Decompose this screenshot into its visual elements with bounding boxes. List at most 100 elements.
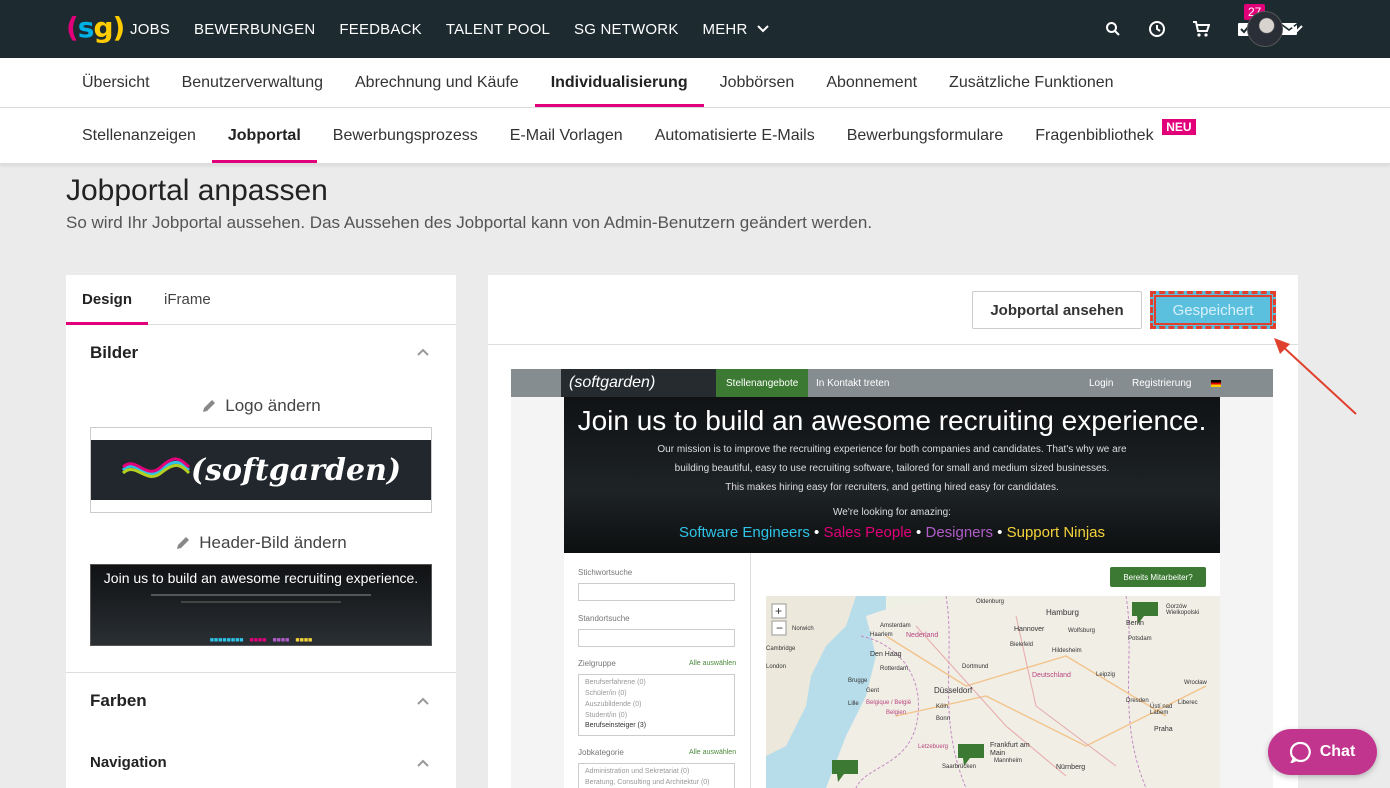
tab-uebersicht[interactable]: Übersicht	[66, 58, 166, 107]
nav-item-jobs[interactable]: JOBS	[130, 21, 170, 38]
category-label: Jobkategorie	[578, 748, 624, 757]
map-label: Düsseldorf	[934, 686, 973, 695]
tag-support: Support Ninjas	[1006, 524, 1105, 541]
saved-button[interactable]: Gespeichert	[1150, 291, 1276, 329]
jobportal-preview: (softgarden) Stellenangebote In Kontakt …	[511, 369, 1273, 788]
location-input	[578, 629, 735, 647]
target-select-all: Alle auswählen	[689, 660, 737, 667]
tab-jobportal[interactable]: Jobportal	[211, 108, 317, 163]
logo-text: (softgarden)	[190, 452, 402, 488]
chevron-up-icon[interactable]	[416, 696, 430, 706]
nav-item-bewerbungen[interactable]: BEWERBUNGEN	[194, 21, 315, 38]
chevron-down-icon[interactable]	[1290, 20, 1304, 38]
tab-benutzerverwaltung[interactable]: Benutzerverwaltung	[166, 58, 339, 107]
map-label: Praha	[1154, 726, 1173, 733]
keyword-label: Stichwortsuche	[578, 568, 633, 577]
nav-item-mehr[interactable]: MEHR	[703, 21, 770, 38]
category-item: Beratung, Consulting und Architektur (0)	[585, 778, 710, 786]
preview-hero-title: Join us to build an awesome recruiting e…	[577, 405, 1207, 436]
new-badge: NEU	[1162, 119, 1196, 135]
map-label: Nederland	[906, 632, 939, 639]
target-label: Zielgruppe	[578, 659, 616, 668]
sg-logo[interactable]: (sg)	[66, 11, 125, 44]
section-bilder-title[interactable]: Bilder	[90, 343, 138, 363]
keyword-input	[578, 583, 735, 601]
hero-line-1: Our mission is to improve the recruiting…	[657, 444, 1127, 455]
map-label: Oldenburg	[976, 599, 1005, 605]
zoom-out-icon: −	[776, 621, 783, 635]
target-item: Student/in (0)	[585, 711, 628, 719]
tab-bewerbungsprozess[interactable]: Bewerbungsprozess	[317, 108, 494, 163]
annotation-arrow	[1274, 338, 1357, 415]
tab-fragenbibliothek[interactable]: Fragenbibliothek NEU	[1019, 108, 1196, 163]
divider	[66, 672, 456, 673]
logo-change-link[interactable]: Logo ändern	[66, 396, 456, 416]
hero-line-2: building beautiful, easy to use recruiti…	[674, 463, 1110, 474]
header-change-label: Header-Bild ändern	[199, 533, 347, 552]
header-thumb-lines	[151, 594, 371, 596]
cart-icon[interactable]	[1190, 18, 1212, 40]
map-graphic: + −	[766, 596, 1220, 788]
map-label: Berlin	[1126, 620, 1144, 627]
tab-jobboersen[interactable]: Jobbörsen	[704, 58, 811, 107]
tab-individualisierung[interactable]: Individualisierung	[534, 58, 704, 107]
secondary-tabs-bar: Stellenanzeigen Jobportal Bewerbungsproz…	[0, 108, 1390, 164]
zoom-in-icon: +	[775, 604, 782, 618]
map-label: Rotterdam	[880, 666, 909, 672]
preview-nav-login: Login	[1089, 377, 1114, 389]
header-thumb-text: Join us to build an awesome recruiting e…	[103, 570, 419, 586]
chevron-up-icon[interactable]	[416, 347, 430, 357]
header-image-preview[interactable]: Join us to build an awesome recruiting e…	[90, 564, 432, 646]
tab-abrechnung[interactable]: Abrechnung und Käufe	[339, 58, 535, 107]
category-list: Administration und Sekretariat (0) Berat…	[578, 763, 735, 788]
map-label: Ústí nad Labem	[1150, 704, 1173, 716]
nav-item-talent-pool[interactable]: TALENT POOL	[446, 21, 550, 38]
tab-design[interactable]: Design	[66, 275, 149, 325]
header-thumb-tags: ■■■■■■■■ ■■■■ ■■■■ ■■■■	[209, 637, 313, 644]
map-label: Gent	[866, 688, 880, 694]
main-nav: JOBS BEWERBUNGEN FEEDBACK TALENT POOL SG…	[130, 0, 770, 58]
tab-bewerbungsformulare[interactable]: Bewerbungsformulare	[831, 108, 1020, 163]
chat-button[interactable]: Chat	[1268, 729, 1377, 775]
tag-sales: Sales People	[823, 524, 912, 541]
tab-iframe[interactable]: iFrame	[148, 275, 227, 324]
clock-icon[interactable]	[1146, 18, 1168, 40]
map-label: Belgique / België	[866, 700, 912, 706]
preview-hero-text: Our mission is to improve the recruiting…	[564, 440, 1220, 522]
preview-logo: (softgarden)	[561, 369, 716, 397]
target-item: Schüler/in (0)	[585, 689, 627, 697]
tab-abonnement[interactable]: Abonnement	[810, 58, 933, 107]
chat-bubble-icon	[1289, 741, 1311, 763]
hero-looking: We're looking for amazing:	[833, 507, 951, 518]
user-avatar[interactable]	[1247, 11, 1283, 47]
section-navigation-title[interactable]: Navigation	[90, 754, 167, 771]
map-label: Hildesheim	[1052, 648, 1082, 654]
header-thumb-lines	[181, 601, 341, 603]
header-change-link[interactable]: Header-Bild ändern	[66, 533, 456, 553]
tag-designers: Designers	[925, 524, 994, 541]
preview-divider	[750, 553, 751, 788]
mehr-label: MEHR	[702, 20, 748, 38]
preview-nav-register: Registrierung	[1132, 377, 1192, 389]
map-label: Gorzów Wielkopolski	[1166, 604, 1200, 616]
page-title: Jobportal anpassen	[66, 174, 328, 207]
chevron-up-icon[interactable]	[416, 758, 430, 768]
nav-item-feedback[interactable]: FEEDBACK	[339, 21, 421, 38]
logo-preview[interactable]: (softgarden)	[90, 427, 432, 513]
preview-hero-tags: Software Engineers • Sales People • Desi…	[678, 524, 1105, 541]
location-label: Standortsuche	[578, 614, 630, 623]
map-label: London	[766, 664, 787, 670]
nav-item-sg-network[interactable]: SG NETWORK	[574, 21, 679, 38]
section-farben-title[interactable]: Farben	[90, 691, 147, 711]
view-jobportal-button[interactable]: Jobportal ansehen	[972, 291, 1142, 329]
logo-image: (softgarden)	[91, 440, 431, 500]
map-label: Deutschland	[1032, 672, 1071, 679]
design-panel-tabs: Design iFrame	[66, 275, 456, 325]
search-icon[interactable]	[1102, 18, 1124, 40]
tab-automatisierte-emails[interactable]: Automatisierte E-Mails	[639, 108, 831, 163]
tab-stellenanzeigen[interactable]: Stellenanzeigen	[66, 108, 212, 163]
tab-email-vorlagen[interactable]: E-Mail Vorlagen	[494, 108, 639, 163]
tab-zusaetzliche-funktionen[interactable]: Zusätzliche Funktionen	[933, 58, 1130, 107]
map-label: Cambridge	[766, 646, 796, 652]
map-label: Nürnberg	[1056, 764, 1086, 771]
